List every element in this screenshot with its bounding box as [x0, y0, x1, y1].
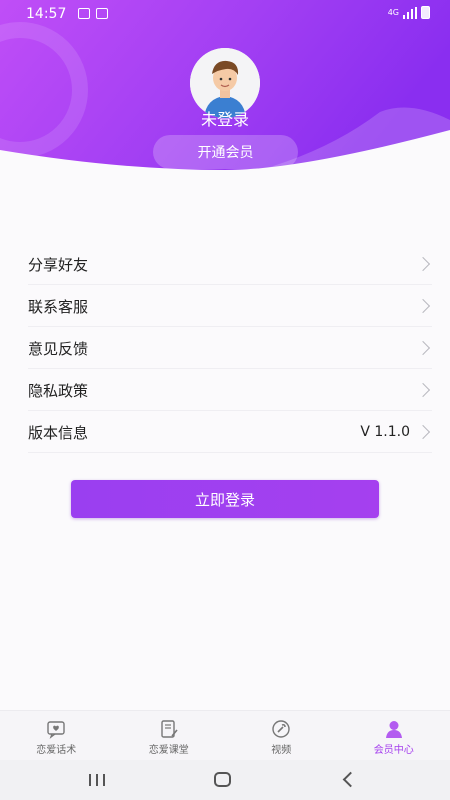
menu-item-version[interactable]: 版本信息 V 1.1.0	[28, 412, 432, 453]
menu-item-label: 意见反馈	[28, 339, 89, 358]
chevron-right-icon	[415, 424, 431, 440]
login-button[interactable]: 立即登录	[71, 480, 379, 518]
menu-item-feedback[interactable]: 意见反馈	[28, 328, 432, 369]
menu-item-label: 隐私政策	[28, 381, 89, 400]
network-type: 4G	[387, 7, 399, 17]
tab-label: 恋爱课堂	[148, 745, 189, 756]
user-icon	[385, 721, 402, 738]
chevron-right-icon	[415, 340, 431, 356]
status-bar: 14:57 4G	[0, 0, 450, 30]
tab-member-center[interactable]: 会员中心	[338, 711, 450, 761]
tab-love-talk[interactable]: 恋爱话术	[0, 711, 113, 761]
battery-icon	[421, 6, 430, 19]
gallery-icon	[96, 8, 108, 19]
settings-menu: 分享好友 联系客服 意见反馈 隐私政策 版本信息 V 1.1.0	[28, 244, 432, 454]
tab-love-class[interactable]: 恋爱课堂	[113, 711, 226, 761]
chevron-right-icon	[415, 256, 431, 272]
notebook-icon	[161, 720, 178, 738]
chevron-right-icon	[415, 298, 431, 314]
system-nav-bar	[0, 760, 450, 800]
bottom-tab-bar: 恋爱话术 恋爱课堂 视频 会员中心	[0, 710, 450, 761]
tab-label: 恋爱话术	[36, 745, 77, 756]
back-icon[interactable]	[342, 771, 359, 788]
status-time: 14:57	[26, 6, 67, 22]
menu-item-label: 联系客服	[28, 297, 89, 316]
wrench-icon	[272, 720, 290, 738]
notification-icon	[78, 8, 90, 19]
tab-label: 视频	[271, 745, 292, 756]
chat-heart-icon	[47, 721, 65, 739]
menu-item-support[interactable]: 联系客服	[28, 286, 432, 327]
home-icon[interactable]	[214, 772, 231, 787]
menu-item-label: 分享好友	[28, 255, 89, 274]
version-value: V 1.1.0	[360, 424, 410, 440]
menu-item-privacy[interactable]: 隐私政策	[28, 370, 432, 411]
tab-video[interactable]: 视频	[225, 711, 338, 761]
recent-apps-icon[interactable]	[89, 774, 105, 786]
menu-item-share[interactable]: 分享好友	[28, 244, 432, 285]
chevron-right-icon	[415, 382, 431, 398]
tab-label: 会员中心	[373, 745, 414, 756]
open-vip-button[interactable]: 开通会员	[153, 135, 298, 169]
username: 未登录	[200, 110, 249, 129]
signal-icon	[403, 6, 417, 19]
menu-item-label: 版本信息	[28, 423, 89, 442]
